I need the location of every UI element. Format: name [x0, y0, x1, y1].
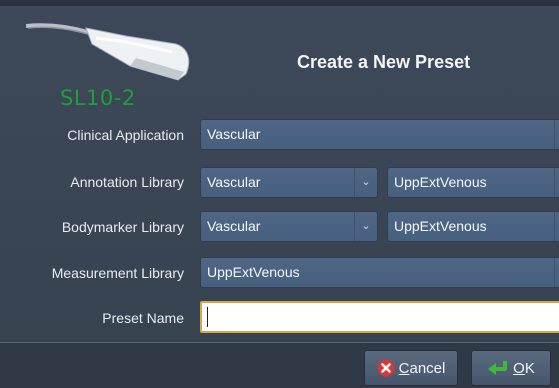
annotation-library-select[interactable]: Vascular ⌄ [200, 167, 378, 198]
bodymarker-sublibrary-value: UppExtVenous [394, 218, 487, 234]
red-x-icon [377, 359, 395, 377]
measurement-library-select[interactable]: UppExtVenous ⌄ [200, 257, 559, 288]
ok-button[interactable]: OK [471, 350, 551, 386]
ok-label: OK [513, 359, 535, 377]
annotation-library-value: Vascular [207, 174, 261, 190]
dialog-title: Create a New Preset [297, 52, 471, 72]
clinical-application-label: Clinical Application [67, 127, 184, 143]
cancel-button[interactable]: Cancel [364, 350, 458, 386]
bodymarker-library-select[interactable]: Vascular ⌄ [200, 211, 378, 242]
bodymarker-library-value: Vascular [207, 218, 261, 234]
green-return-arrow-icon [488, 361, 508, 375]
clinical-application-select[interactable]: Vascular ⌄ [200, 119, 559, 150]
cancel-label: Cancel [398, 359, 446, 377]
chevron-down-icon: ⌄ [554, 168, 559, 197]
annotation-library-label: Annotation Library [70, 174, 184, 190]
chevron-down-icon: ⌄ [554, 258, 559, 287]
measurement-library-value: UppExtVenous [207, 264, 300, 280]
create-preset-dialog: SL10-2 Create a New Preset Clinical Appl… [0, 0, 559, 388]
bodymarker-library-label: Bodymarker Library [61, 219, 184, 235]
annotation-sublibrary-value: UppExtVenous [394, 174, 487, 190]
ultrasound-probe-icon [26, 23, 190, 81]
preset-name-label: Preset Name [102, 310, 184, 326]
top-strip [0, 0, 559, 6]
chevron-down-icon: ⌄ [554, 212, 559, 241]
probe-label: SL10-2 [60, 86, 136, 110]
clinical-application-value: Vascular [207, 126, 261, 142]
measurement-library-label: Measurement Library [51, 265, 184, 281]
text-caret [207, 307, 208, 327]
chevron-down-icon: ⌄ [354, 212, 377, 241]
chevron-down-icon: ⌄ [554, 120, 559, 149]
preset-name-input[interactable] [200, 301, 559, 333]
annotation-sublibrary-select[interactable]: UppExtVenous ⌄ [387, 167, 559, 198]
chevron-down-icon: ⌄ [354, 168, 377, 197]
bodymarker-sublibrary-select[interactable]: UppExtVenous ⌄ [387, 211, 559, 242]
